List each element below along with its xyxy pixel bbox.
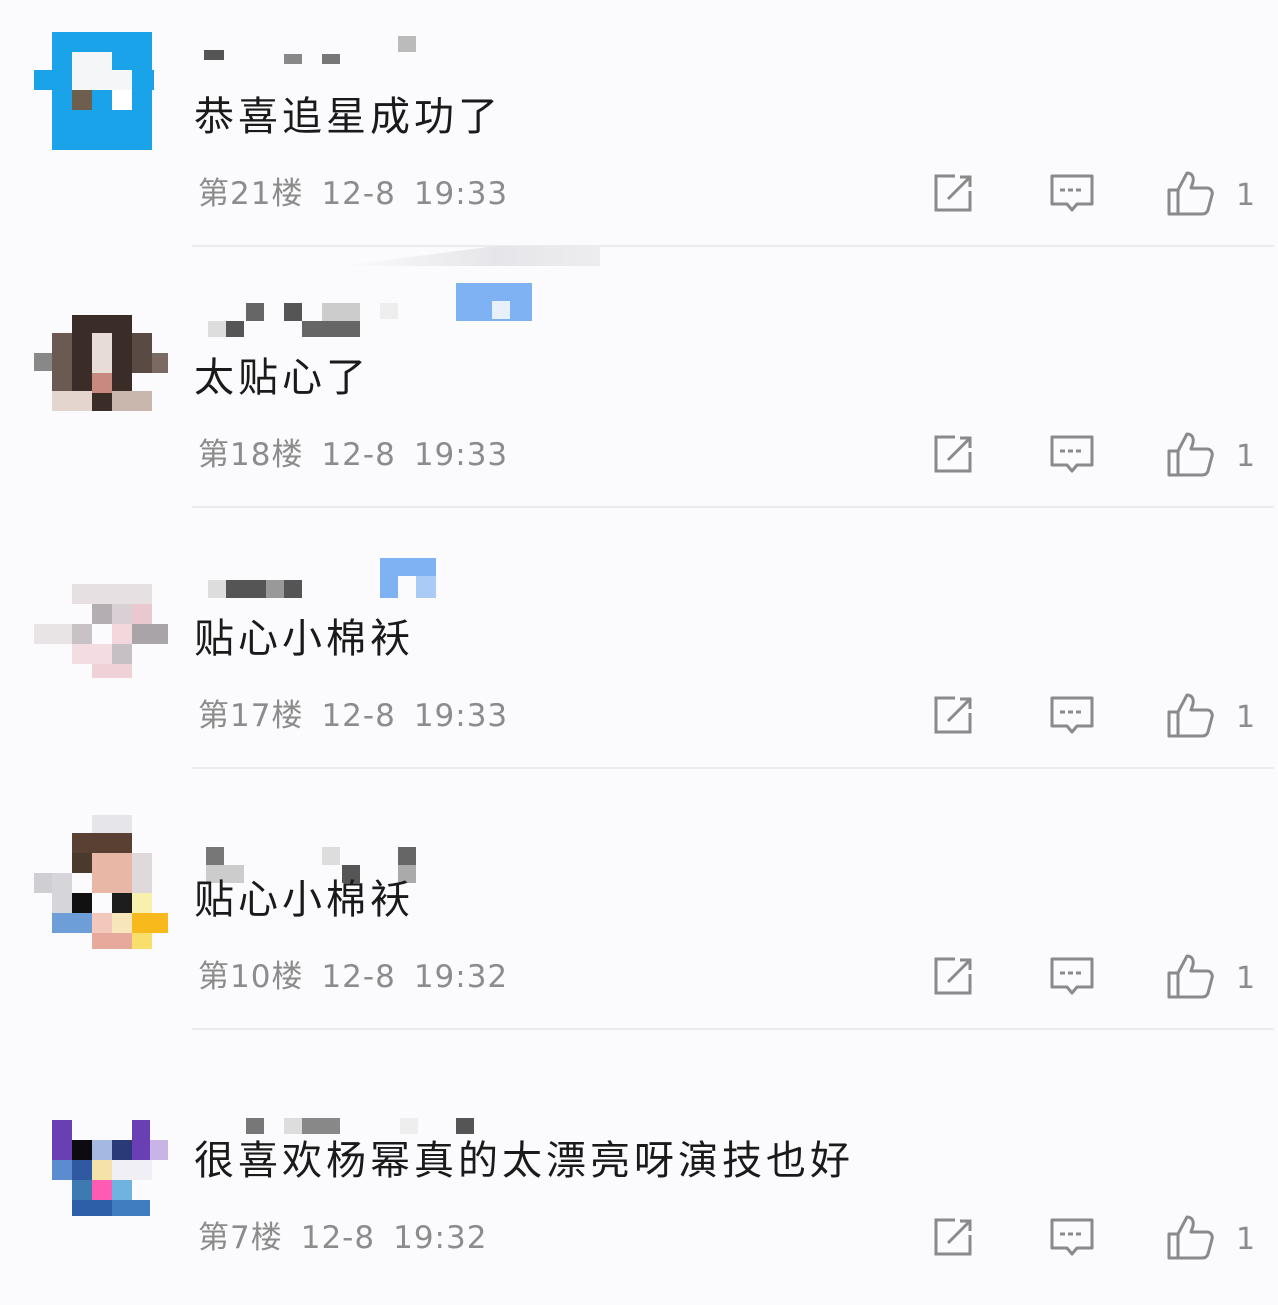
comment-bubble-icon <box>1050 696 1094 734</box>
comment-text: 贴心小棉袄 <box>194 616 414 662</box>
divider <box>192 767 1274 769</box>
username-blurred[interactable] <box>196 811 556 883</box>
comment-time: 19:33 <box>413 176 509 212</box>
share-edit-icon <box>934 696 972 734</box>
reply-button[interactable] <box>1047 1212 1097 1262</box>
comment-text: 贴心小棉袄 <box>194 877 414 923</box>
avatar[interactable] <box>34 293 170 413</box>
comment-item: 贴心小棉袄 第10楼 12-8 19:32 1 <box>0 783 1278 1044</box>
floor-number: 第21楼 <box>198 176 304 212</box>
share-edit-icon <box>934 957 972 995</box>
divider <box>192 245 1274 247</box>
comment-item: 很喜欢杨幂真的太漂亮呀演技也好 第7楼 12-8 19:32 1 <box>0 1044 1278 1305</box>
comment-meta: 第7楼 12-8 19:32 <box>198 1218 505 1258</box>
like-button[interactable] <box>1165 168 1215 218</box>
floor-number: 第7楼 <box>198 1220 283 1256</box>
avatar[interactable] <box>34 815 170 949</box>
reply-button[interactable] <box>1047 951 1097 1001</box>
like-button[interactable] <box>1165 429 1215 479</box>
like-count: 1 <box>1236 961 1256 996</box>
thumbs-up-icon <box>1167 1215 1214 1260</box>
like-button[interactable] <box>1165 690 1215 740</box>
like-button[interactable] <box>1165 951 1215 1001</box>
comment-bubble-icon <box>1050 1218 1094 1256</box>
comment-text: 很喜欢杨幂真的太漂亮呀演技也好 <box>194 1138 854 1184</box>
comment-time: 19:33 <box>413 437 509 473</box>
share-edit-button[interactable] <box>928 951 978 1001</box>
thumbs-up-icon <box>1167 171 1214 216</box>
thumbs-up-icon <box>1167 954 1214 999</box>
comment-date: 12-8 <box>321 698 396 734</box>
comment-time: 19:32 <box>393 1220 488 1256</box>
share-edit-button[interactable] <box>928 168 978 218</box>
reply-button[interactable] <box>1047 429 1097 479</box>
comment-time: 19:32 <box>413 959 509 995</box>
like-count: 1 <box>1236 439 1256 474</box>
comment-meta: 第18楼 12-8 19:33 <box>198 435 526 475</box>
comment-text: 恭喜追星成功了 <box>194 94 502 140</box>
thumbs-up-icon <box>1167 432 1214 477</box>
comment-date: 12-8 <box>321 176 396 212</box>
comment-meta: 第17楼 12-8 19:33 <box>198 696 526 736</box>
comment-meta: 第21楼 12-8 19:33 <box>198 174 526 214</box>
floor-number: 第18楼 <box>198 437 304 473</box>
comment-bubble-icon <box>1050 435 1094 473</box>
comment-bubble-icon <box>1050 957 1094 995</box>
share-edit-button[interactable] <box>928 1212 978 1262</box>
reply-button[interactable] <box>1047 168 1097 218</box>
divider <box>192 1028 1274 1030</box>
floor-number: 第17楼 <box>198 698 304 734</box>
comment-item: 贴心小棉袄 第17楼 12-8 19:33 1 <box>0 522 1278 783</box>
username-blurred[interactable] <box>196 283 556 339</box>
divider <box>192 506 1274 508</box>
username-blurred[interactable] <box>196 28 556 78</box>
comment-date: 12-8 <box>300 1220 376 1256</box>
comment-item: 太贴心了 第18楼 12-8 19:33 1 <box>0 261 1278 522</box>
comment-time: 19:33 <box>413 698 509 734</box>
share-edit-icon <box>934 435 972 473</box>
username-blurred[interactable] <box>196 550 556 600</box>
comment-date: 12-8 <box>321 437 396 473</box>
username-blurred[interactable] <box>196 1072 556 1134</box>
comment-bubble-icon <box>1050 174 1094 212</box>
like-count: 1 <box>1236 1222 1256 1257</box>
share-edit-button[interactable] <box>928 429 978 479</box>
comment-item: 恭喜追星成功了 第21楼 12-8 19:33 1 <box>0 0 1278 261</box>
avatar[interactable] <box>34 32 170 152</box>
like-count: 1 <box>1236 700 1256 735</box>
like-button[interactable] <box>1165 1212 1215 1262</box>
avatar[interactable] <box>34 554 170 678</box>
comment-meta: 第10楼 12-8 19:32 <box>198 957 526 997</box>
thumbs-up-icon <box>1167 693 1214 738</box>
comment-text: 太贴心了 <box>194 355 370 401</box>
share-edit-icon <box>934 1218 972 1256</box>
comment-date: 12-8 <box>321 959 396 995</box>
reply-button[interactable] <box>1047 690 1097 740</box>
floor-number: 第10楼 <box>198 959 304 995</box>
like-count: 1 <box>1236 178 1256 213</box>
share-edit-icon <box>934 174 972 212</box>
share-edit-button[interactable] <box>928 690 978 740</box>
avatar[interactable] <box>34 1076 170 1216</box>
